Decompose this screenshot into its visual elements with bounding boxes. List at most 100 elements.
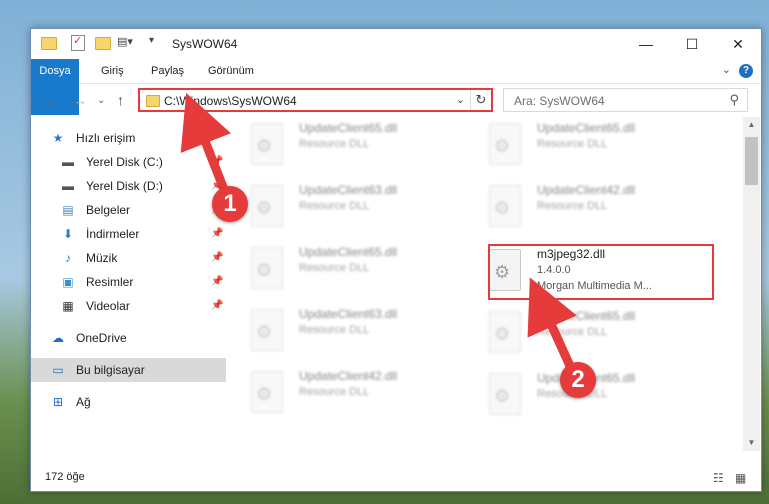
- maximize-button[interactable]: ☐: [669, 29, 715, 59]
- list-item[interactable]: UpdateClient63.dll Resource DLL: [231, 179, 451, 235]
- dll-file-icon: [251, 247, 283, 289]
- file-name: UpdateClient63.dll: [299, 183, 398, 197]
- quick-access-dropdown-icon[interactable]: ▾: [149, 35, 154, 46]
- tab-view[interactable]: Görünüm: [198, 59, 264, 83]
- search-icon: ⚲: [729, 92, 739, 107]
- folder-icon: [146, 95, 160, 107]
- address-bar[interactable]: C:\Windows\SysWOW64 ⌄ ↻: [138, 88, 493, 112]
- navigation-pane: ★ Hızlı erişim ▬ Yerel Disk (C:) 📌 ▬ Yer…: [31, 124, 226, 454]
- dll-file-icon: [251, 371, 283, 413]
- videos-icon: ▦: [62, 299, 74, 313]
- list-item[interactable]: UpdateClient63.dll Resource DLL: [231, 303, 451, 359]
- sidebar-item-label: Videolar: [86, 299, 130, 313]
- file-name: UpdateClient42.dll: [299, 369, 398, 383]
- sidebar-item-disk-c[interactable]: ▬ Yerel Disk (C:) 📌: [31, 150, 226, 174]
- star-icon: ★: [52, 131, 64, 145]
- file-type: Resource DLL: [537, 200, 608, 212]
- list-item[interactable]: UpdateClient65.dll Resource DLL: [231, 117, 451, 173]
- drive-icon: ▬: [62, 179, 74, 193]
- scrollbar-thumb[interactable]: [745, 137, 758, 185]
- sidebar-item-label: Yerel Disk (D:): [86, 179, 163, 193]
- list-item[interactable]: UpdateClient65.dll Resource DLL: [469, 117, 689, 173]
- file-name: UpdateClient65.dll: [537, 121, 636, 135]
- properties-icon[interactable]: ✓: [71, 35, 85, 51]
- list-item[interactable]: UpdateClient42.dll Resource DLL: [231, 365, 451, 421]
- sidebar-item-onedrive[interactable]: ☁ OneDrive: [31, 326, 226, 350]
- forward-icon[interactable]: →: [73, 92, 87, 108]
- address-path: C:\Windows\SysWOW64: [164, 94, 297, 108]
- music-icon: ♪: [65, 251, 71, 265]
- details-view-icon[interactable]: ☷: [713, 471, 724, 485]
- pin-icon[interactable]: 📌: [211, 294, 223, 318]
- download-icon: ⬇: [62, 227, 74, 241]
- file-name: UpdateClient42.dll: [537, 183, 636, 197]
- callout-1: 1: [212, 186, 248, 222]
- pin-icon[interactable]: 📌: [211, 270, 223, 294]
- list-item[interactable]: UpdateClient65.dll Resource DLL: [469, 305, 689, 361]
- new-folder-icon[interactable]: [95, 37, 111, 50]
- sidebar-item-pictures[interactable]: ▣ Resimler 📌: [31, 270, 226, 294]
- pin-icon[interactable]: 📌: [211, 246, 223, 270]
- sidebar-item-label: İndirmeler: [86, 227, 140, 241]
- dll-file-icon: [489, 185, 521, 227]
- file-type: Resource DLL: [299, 262, 370, 274]
- chevron-down-icon[interactable]: ⌄: [722, 63, 731, 76]
- sidebar-item-label: Ağ: [76, 395, 91, 409]
- navigation-bar: ← → ⌄ ↑ C:\Windows\SysWOW64 ⌄ ↻ Ara: Sys…: [31, 84, 761, 116]
- sidebar-item-this-pc[interactable]: ▭ Bu bilgisayar: [31, 358, 226, 382]
- minimize-button[interactable]: —: [623, 29, 669, 59]
- vertical-scrollbar[interactable]: ▲ ▼: [743, 117, 760, 451]
- sidebar-item-quick-access[interactable]: ★ Hızlı erişim: [31, 126, 226, 150]
- documents-icon: ▤: [62, 203, 74, 217]
- refresh-icon[interactable]: ↻: [470, 90, 491, 110]
- scroll-down-icon[interactable]: ▼: [743, 435, 760, 451]
- recent-locations-icon[interactable]: ⌄: [97, 95, 105, 106]
- list-item[interactable]: UpdateClient42.dll Resource DLL: [469, 179, 689, 235]
- file-type: Resource DLL: [299, 200, 370, 212]
- tab-share[interactable]: Paylaş: [141, 59, 194, 83]
- sidebar-item-documents[interactable]: ▤ Belgeler 📌: [31, 198, 226, 222]
- dll-file-icon: [489, 123, 521, 165]
- help-icon[interactable]: ?: [739, 64, 753, 78]
- sidebar-item-downloads[interactable]: ⬇ İndirmeler 📌: [31, 222, 226, 246]
- sidebar-item-disk-d[interactable]: ▬ Yerel Disk (D:) 📌: [31, 174, 226, 198]
- pin-icon[interactable]: 📌: [211, 222, 223, 246]
- customize-toolbar-icon[interactable]: ▤▾: [117, 35, 133, 48]
- cloud-icon: ☁: [52, 331, 64, 345]
- dll-file-icon: [489, 373, 521, 415]
- large-icons-view-icon[interactable]: ▦: [735, 471, 746, 485]
- pin-icon[interactable]: 📌: [211, 150, 223, 174]
- back-icon[interactable]: ←: [43, 92, 57, 108]
- file-name: UpdateClient63.dll: [299, 307, 398, 321]
- window-title: SysWOW64: [172, 37, 238, 51]
- list-item[interactable]: UpdateClient65.dll Resource DLL: [231, 241, 451, 297]
- scroll-up-icon[interactable]: ▲: [743, 117, 760, 133]
- chevron-down-icon[interactable]: ⌄: [456, 93, 465, 106]
- file-name: UpdateClient65.dll: [537, 309, 636, 323]
- dll-file-icon: [489, 311, 521, 353]
- file-type: Resource DLL: [299, 324, 370, 336]
- ribbon: Dosya Giriş Paylaş Görünüm ⌄ ?: [31, 59, 761, 115]
- file-type: Resource DLL: [537, 326, 608, 338]
- title-bar: ✓ ▤▾ ▾ SysWOW64 — ☐ ✕: [31, 29, 761, 59]
- sidebar-item-videos[interactable]: ▦ Videolar 📌: [31, 294, 226, 318]
- drive-icon: ▬: [62, 155, 74, 169]
- file-type: Resource DLL: [299, 138, 370, 150]
- sidebar-item-music[interactable]: ♪ Müzik 📌: [31, 246, 226, 270]
- network-icon: ⊞: [52, 395, 64, 409]
- file-highlight-box: [488, 244, 714, 300]
- sidebar-item-label: Bu bilgisayar: [76, 363, 145, 377]
- callout-2: 2: [560, 362, 596, 398]
- up-icon[interactable]: ↑: [117, 92, 124, 108]
- close-button[interactable]: ✕: [715, 29, 761, 59]
- sidebar-item-label: OneDrive: [76, 331, 127, 345]
- search-input[interactable]: Ara: SysWOW64 ⚲: [503, 88, 748, 112]
- search-placeholder: Ara: SysWOW64: [514, 94, 605, 108]
- sidebar-item-label: Belgeler: [86, 203, 131, 217]
- tab-home[interactable]: Giriş: [91, 59, 134, 83]
- file-type: Resource DLL: [537, 138, 608, 150]
- sidebar-item-label: Resimler: [86, 275, 134, 289]
- folder-icon: [41, 37, 57, 50]
- dll-file-icon: [251, 309, 283, 351]
- sidebar-item-network[interactable]: ⊞ Ağ: [31, 390, 226, 414]
